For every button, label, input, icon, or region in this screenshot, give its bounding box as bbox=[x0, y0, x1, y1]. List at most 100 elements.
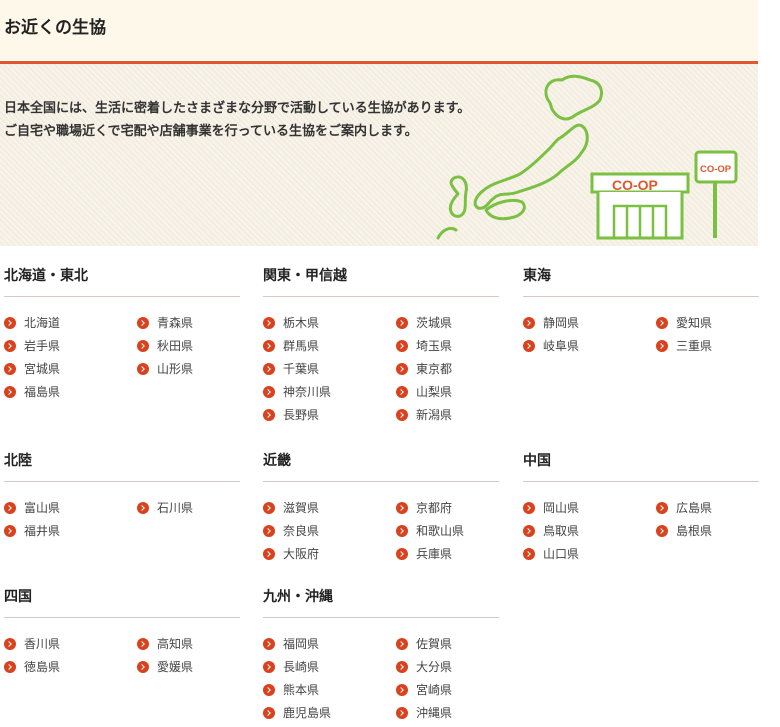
prefecture-name[interactable]: 神奈川県 bbox=[283, 383, 331, 401]
prefecture-name[interactable]: 大分県 bbox=[416, 658, 452, 676]
prefecture-name[interactable]: 群馬県 bbox=[283, 337, 319, 355]
prefecture-link[interactable]: 島根県 bbox=[656, 522, 712, 540]
prefecture-link[interactable]: 滋賀県 bbox=[263, 499, 319, 517]
prefecture-link[interactable]: 佐賀県 bbox=[396, 635, 452, 653]
prefecture-link[interactable]: 群馬県 bbox=[263, 337, 319, 355]
prefecture-name[interactable]: 愛媛県 bbox=[157, 658, 193, 676]
prefecture-name[interactable]: 香川県 bbox=[24, 635, 60, 653]
prefecture-name[interactable]: 福岡県 bbox=[283, 635, 319, 653]
prefecture-link[interactable]: 大阪府 bbox=[263, 545, 319, 563]
prefecture-name[interactable]: 鹿児島県 bbox=[283, 704, 331, 722]
prefecture-link[interactable]: 山形県 bbox=[137, 360, 193, 378]
prefecture-link[interactable]: 福井県 bbox=[4, 522, 60, 540]
prefecture-link[interactable]: 岩手県 bbox=[4, 337, 60, 355]
prefecture-name[interactable]: 山形県 bbox=[157, 360, 193, 378]
prefecture-name[interactable]: 兵庫県 bbox=[416, 545, 452, 563]
prefecture-link[interactable]: 青森県 bbox=[137, 314, 193, 332]
prefecture-link[interactable]: 愛知県 bbox=[656, 314, 712, 332]
japan-map-icon bbox=[436, 74, 604, 240]
prefecture-link[interactable]: 広島県 bbox=[656, 499, 712, 517]
prefecture-name[interactable]: 富山県 bbox=[24, 499, 60, 517]
prefecture-link[interactable]: 奈良県 bbox=[263, 522, 319, 540]
prefecture-link[interactable]: 山梨県 bbox=[396, 383, 452, 401]
prefecture-link[interactable]: 岡山県 bbox=[523, 499, 579, 517]
prefecture-link[interactable]: 北海道 bbox=[4, 314, 60, 332]
prefecture-link[interactable]: 三重県 bbox=[656, 337, 712, 355]
prefecture-link[interactable]: 山口県 bbox=[523, 545, 579, 563]
prefecture-name[interactable]: 岩手県 bbox=[24, 337, 60, 355]
prefecture-link[interactable]: 熊本県 bbox=[263, 681, 319, 699]
prefecture-name[interactable]: 和歌山県 bbox=[416, 522, 464, 540]
prefecture-name[interactable]: 佐賀県 bbox=[416, 635, 452, 653]
prefecture-link[interactable]: 大分県 bbox=[396, 658, 452, 676]
prefecture-link[interactable]: 徳島県 bbox=[4, 658, 60, 676]
prefecture-name[interactable]: 大阪府 bbox=[283, 545, 319, 563]
prefecture-name[interactable]: 奈良県 bbox=[283, 522, 319, 540]
prefecture-name[interactable]: 福井県 bbox=[24, 522, 60, 540]
prefecture-link[interactable]: 茨城県 bbox=[396, 314, 452, 332]
prefecture-link[interactable]: 宮城県 bbox=[4, 360, 60, 378]
prefecture-link[interactable]: 新潟県 bbox=[396, 406, 452, 424]
prefecture-link[interactable]: 埼玉県 bbox=[396, 337, 452, 355]
prefecture-name[interactable]: 高知県 bbox=[157, 635, 193, 653]
chevron-right-circle-icon bbox=[137, 340, 149, 352]
prefecture-name[interactable]: 秋田県 bbox=[157, 337, 193, 355]
prefecture-name[interactable]: 栃木県 bbox=[283, 314, 319, 332]
prefecture-name[interactable]: 徳島県 bbox=[24, 658, 60, 676]
prefecture-link[interactable]: 兵庫県 bbox=[396, 545, 452, 563]
prefecture-link[interactable]: 石川県 bbox=[137, 499, 193, 517]
prefecture-link[interactable]: 宮崎県 bbox=[396, 681, 452, 699]
prefecture-link[interactable]: 静岡県 bbox=[523, 314, 579, 332]
prefecture-link[interactable]: 愛媛県 bbox=[137, 658, 193, 676]
prefecture-name[interactable]: 宮崎県 bbox=[416, 681, 452, 699]
prefecture-name[interactable]: 滋賀県 bbox=[283, 499, 319, 517]
prefecture-link[interactable]: 長野県 bbox=[263, 406, 319, 424]
prefecture-name[interactable]: 茨城県 bbox=[416, 314, 452, 332]
prefecture-link[interactable]: 栃木県 bbox=[263, 314, 319, 332]
prefecture-link[interactable]: 長崎県 bbox=[263, 658, 319, 676]
chevron-right-circle-icon bbox=[4, 363, 16, 375]
chevron-right-circle-icon bbox=[137, 661, 149, 673]
prefecture-name[interactable]: 岡山県 bbox=[543, 499, 579, 517]
prefecture-name[interactable]: 青森県 bbox=[157, 314, 193, 332]
prefecture-name[interactable]: 鳥取県 bbox=[543, 522, 579, 540]
prefecture-name[interactable]: 山口県 bbox=[543, 545, 579, 563]
chevron-right-circle-icon bbox=[137, 363, 149, 375]
prefecture-name[interactable]: 岐阜県 bbox=[543, 337, 579, 355]
prefecture-name[interactable]: 埼玉県 bbox=[416, 337, 452, 355]
prefecture-link[interactable]: 岐阜県 bbox=[523, 337, 579, 355]
prefecture-link[interactable]: 千葉県 bbox=[263, 360, 319, 378]
prefecture-link[interactable]: 香川県 bbox=[4, 635, 60, 653]
chevron-right-circle-icon bbox=[523, 317, 535, 329]
prefecture-name[interactable]: 愛知県 bbox=[676, 314, 712, 332]
prefecture-name[interactable]: 沖縄県 bbox=[416, 704, 452, 722]
prefecture-link[interactable]: 福島県 bbox=[4, 383, 60, 401]
prefecture-link[interactable]: 沖縄県 bbox=[396, 704, 452, 722]
prefecture-name[interactable]: 静岡県 bbox=[543, 314, 579, 332]
prefecture-name[interactable]: 北海道 bbox=[24, 314, 60, 332]
prefecture-link[interactable]: 鹿児島県 bbox=[263, 704, 331, 722]
prefecture-name[interactable]: 長崎県 bbox=[283, 658, 319, 676]
prefecture-link[interactable]: 東京都 bbox=[396, 360, 452, 378]
prefecture-link[interactable]: 富山県 bbox=[4, 499, 60, 517]
prefecture-name[interactable]: 新潟県 bbox=[416, 406, 452, 424]
prefecture-name[interactable]: 東京都 bbox=[416, 360, 452, 378]
prefecture-name[interactable]: 広島県 bbox=[676, 499, 712, 517]
prefecture-name[interactable]: 長野県 bbox=[283, 406, 319, 424]
prefecture-name[interactable]: 宮城県 bbox=[24, 360, 60, 378]
prefecture-name[interactable]: 石川県 bbox=[157, 499, 193, 517]
prefecture-link[interactable]: 高知県 bbox=[137, 635, 193, 653]
prefecture-link[interactable]: 鳥取県 bbox=[523, 522, 579, 540]
prefecture-name[interactable]: 熊本県 bbox=[283, 681, 319, 699]
prefecture-name[interactable]: 山梨県 bbox=[416, 383, 452, 401]
prefecture-link[interactable]: 京都府 bbox=[396, 499, 452, 517]
prefecture-link[interactable]: 神奈川県 bbox=[263, 383, 331, 401]
prefecture-link[interactable]: 和歌山県 bbox=[396, 522, 464, 540]
prefecture-link[interactable]: 秋田県 bbox=[137, 337, 193, 355]
prefecture-link[interactable]: 福岡県 bbox=[263, 635, 319, 653]
prefecture-name[interactable]: 三重県 bbox=[676, 337, 712, 355]
prefecture-name[interactable]: 島根県 bbox=[676, 522, 712, 540]
prefecture-name[interactable]: 京都府 bbox=[416, 499, 452, 517]
prefecture-name[interactable]: 福島県 bbox=[24, 383, 60, 401]
prefecture-name[interactable]: 千葉県 bbox=[283, 360, 319, 378]
